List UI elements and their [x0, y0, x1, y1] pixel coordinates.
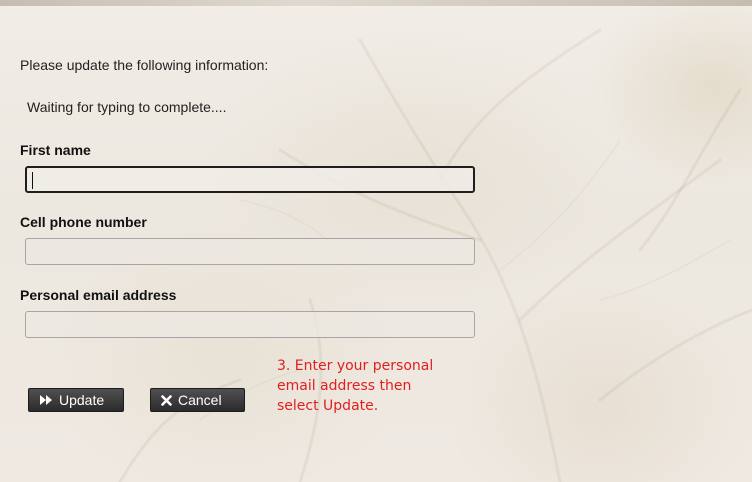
first-name-input[interactable]: [25, 166, 475, 193]
annotation-line: select Update.: [277, 398, 379, 414]
annotation-line: email address then: [277, 378, 412, 394]
x-icon: [161, 394, 172, 406]
annotation-line: 3. Enter your personal: [277, 358, 434, 374]
status-text: Waiting for typing to complete....: [27, 99, 227, 115]
update-info-form: Please update the following information:…: [0, 0, 752, 482]
first-name-label: First name: [20, 142, 91, 158]
instruction-annotation: 3. Enter your personal email address the…: [277, 356, 467, 416]
update-button[interactable]: Update: [28, 388, 124, 412]
text-cursor: [32, 172, 33, 189]
intro-text: Please update the following information:: [20, 57, 269, 73]
cancel-button-label: Cancel: [178, 392, 222, 408]
cell-phone-label: Cell phone number: [20, 214, 147, 230]
personal-email-label: Personal email address: [20, 287, 177, 303]
update-button-label: Update: [59, 392, 105, 408]
personal-email-input[interactable]: [25, 311, 475, 338]
cancel-button[interactable]: Cancel: [150, 388, 245, 412]
fast-forward-icon: [39, 394, 53, 406]
cell-phone-input[interactable]: [25, 238, 475, 265]
